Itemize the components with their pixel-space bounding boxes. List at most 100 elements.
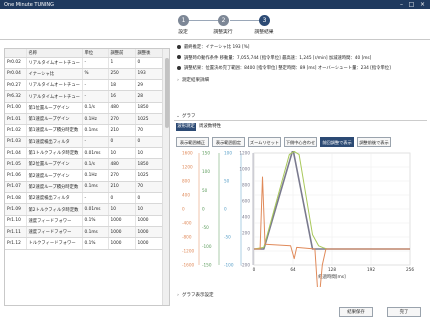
range-correct-button[interactable]: 表示範囲補正 [176, 137, 209, 147]
column-header[interactable]: 単位 [82, 49, 109, 58]
y-tick-label: 800 [182, 179, 190, 184]
table-cell: Pr1.11 [5, 226, 27, 239]
table-cell: 第2位置ループゲイン [26, 158, 83, 171]
maximize-icon[interactable]: □ [408, 1, 415, 8]
table-cell: 0.1ms [82, 226, 109, 239]
column-header[interactable] [5, 49, 27, 58]
close-icon[interactable]: × [419, 1, 426, 8]
table-cell: % [82, 68, 109, 81]
table-scrollbar[interactable] [162, 49, 169, 305]
table-cell: Pr1.02 [5, 124, 27, 137]
section-graph[interactable]: ⌄ グラフ [174, 113, 427, 121]
y-tick-label: 400 [242, 215, 250, 220]
table-row[interactable]: Pr1.12 トルクフィードフォワー 0.1% 1000 1000 [5, 237, 164, 250]
step-3-label: 調整結果 [254, 30, 274, 35]
done-button[interactable]: 完了 [387, 307, 421, 317]
bullet-icon [177, 44, 181, 49]
step-connector [230, 20, 260, 22]
table-cell: 第2トルクフィルタ時定数 [26, 203, 83, 216]
table-row[interactable]: Pr1.08 第2速度検出フィルタ -0 0 [5, 192, 164, 205]
y-tick-label: 1600 [182, 151, 193, 156]
step-2-label: 調整実行 [213, 30, 233, 35]
table-row[interactable]: Pr1.05 第2位置ループゲイン 0.1/s 480 1850 [5, 158, 164, 171]
y-tick-label: 400 [182, 193, 190, 198]
column-header[interactable]: 調整前 [108, 49, 136, 58]
y-tick-label: 0 [182, 207, 185, 212]
table-row[interactable]: Pr1.07 第2速度ループ積分時定数 0.1ms 210 70 [5, 181, 164, 194]
title-bar: One Minute TUNING – □ × [0, 0, 430, 9]
table-row[interactable]: Pr1.01 第1速度ループゲイン 0.1Hz 270 1025 [5, 113, 164, 126]
y-tick-label: 1000 [239, 167, 250, 172]
center-align-button[interactable]: 下側中心合わせ [284, 137, 317, 147]
parameter-table: 名称 単位 調整前 調整後 Pr0.02 リアルタイムオートチュー -1 0 Pr0.04 イナ… [5, 49, 164, 250]
step-indicator: 1 2 3 設定 調整実行 調整結果 [170, 14, 280, 36]
step-3-circle: 3 [259, 15, 270, 26]
table-cell: Pr1.01 [5, 113, 27, 126]
table-row[interactable]: Pr1.10 速度フィードフォワー 0.1% 1000 1000 [5, 215, 164, 227]
table-cell: 第1速度ループ積分時定数 [26, 124, 83, 137]
table-cell: Pr1.08 [5, 192, 27, 205]
table-cell: 270 [108, 169, 136, 182]
table-cell: - [82, 136, 109, 148]
table-row[interactable]: Pr0.04 イナーシャ比% 250 193 [5, 68, 164, 81]
y-tick-label: -150 [202, 263, 212, 268]
step-2-circle: 2 [218, 15, 229, 26]
table-cell: 1000 [135, 215, 164, 227]
table-cell: 0 [135, 136, 164, 148]
table-cell: 第1速度検出フィルタ [26, 136, 83, 148]
table-cell: 16 [108, 90, 136, 103]
tab-frequency[interactable]: 周波数特性 [198, 123, 222, 131]
before-after-view-button[interactable]: 調整前後で表示 [357, 137, 391, 147]
table-cell: Pr1.12 [5, 237, 27, 250]
table-cell: 1025 [135, 169, 164, 182]
table-cell: 270 [108, 113, 136, 126]
table-cell: 0.1% [82, 237, 109, 250]
section-detail[interactable]: › 測定結果詳細 [174, 77, 427, 85]
table-cell: Pr1.05 [5, 158, 27, 171]
table-row[interactable]: Pr0.02 リアルタイムオートチュー -1 0 [5, 57, 164, 69]
table-cell: - [82, 192, 109, 205]
app-title: One Minute TUNING [4, 1, 54, 8]
tab-waveform[interactable]: 波形測定 [176, 123, 196, 131]
y-tick-label: -400 [182, 221, 192, 226]
table-cell: 18 [108, 79, 136, 92]
x-tick-label: 256 [406, 267, 414, 272]
table-row[interactable]: Pr6.32 リアルタイムオートチュー -16 28 [5, 90, 164, 103]
table-cell: 10 [135, 203, 164, 216]
column-header[interactable]: 名称 [26, 49, 83, 58]
table-cell: 0 [108, 192, 136, 205]
scrollbar-thumb[interactable] [164, 58, 169, 128]
table-row[interactable]: Pr1.11 速度フィードフォワー 0.1ms 1000 1000 [5, 226, 164, 239]
minimize-icon[interactable]: – [398, 1, 405, 8]
table-row[interactable]: Pr1.00 第1位置ループゲイン 0.1/s 480 1850 [5, 102, 164, 114]
result-summary: 最終推定：イナーシャ比 193 [%] 調整時の動作条件 移動量：7,055,7… [176, 43, 426, 75]
table-cell: 0.1Hz [82, 169, 109, 182]
table-cell: 70 [135, 181, 164, 194]
table-row[interactable]: Pr0.27 リアルタイムオートチュー -18 29 [5, 79, 164, 92]
zoom-reset-button[interactable]: ズームリセット [248, 137, 281, 147]
table-cell: 1000 [108, 215, 136, 227]
chevron-down-icon: ⌄ [176, 114, 180, 119]
table-cell: 1000 [108, 226, 136, 239]
column-header[interactable]: 調整後 [135, 49, 164, 58]
table-cell: 10 [135, 147, 164, 160]
save-result-button[interactable]: 結果保存 [339, 307, 373, 317]
table-cell: 29 [135, 79, 164, 92]
summary-line: 調整結果：位置決め完了範囲：8400 [指令単位] 整定時間：89 [ms] オ… [176, 64, 426, 75]
y-tick-label: -50 [224, 235, 231, 240]
previous-view-button[interactable]: 前回調整で表示 [320, 137, 354, 147]
table-cell: 70 [135, 124, 164, 137]
table-cell: 480 [108, 102, 136, 114]
table-row[interactable]: Pr1.06 第2速度ループゲイン 0.1Hz 270 1025 [5, 169, 164, 182]
table-row[interactable]: Pr1.09 第2トルクフィルタ時定数 0.01ms 10 10 [5, 203, 164, 216]
x-axis-label: 経過時間[ms] [318, 273, 346, 280]
table-cell: 第1トルクフィルタ時定数 [26, 147, 83, 160]
table-cell: 第2速度ループゲイン [26, 169, 83, 182]
table-row[interactable]: Pr1.03 第1速度検出フィルタ -0 0 [5, 136, 164, 148]
section-graph-settings[interactable]: › グラフ表示設定 [174, 292, 427, 300]
table-cell: 480 [108, 158, 136, 171]
table-cell: 第1位置ループゲイン [26, 102, 83, 114]
range-fix-button[interactable]: 表示範囲固定 [212, 137, 245, 147]
table-row[interactable]: Pr1.02 第1速度ループ積分時定数 0.1ms 210 70 [5, 124, 164, 137]
table-row[interactable]: Pr1.04 第1トルクフィルタ時定数 0.01ms 10 10 [5, 147, 164, 160]
